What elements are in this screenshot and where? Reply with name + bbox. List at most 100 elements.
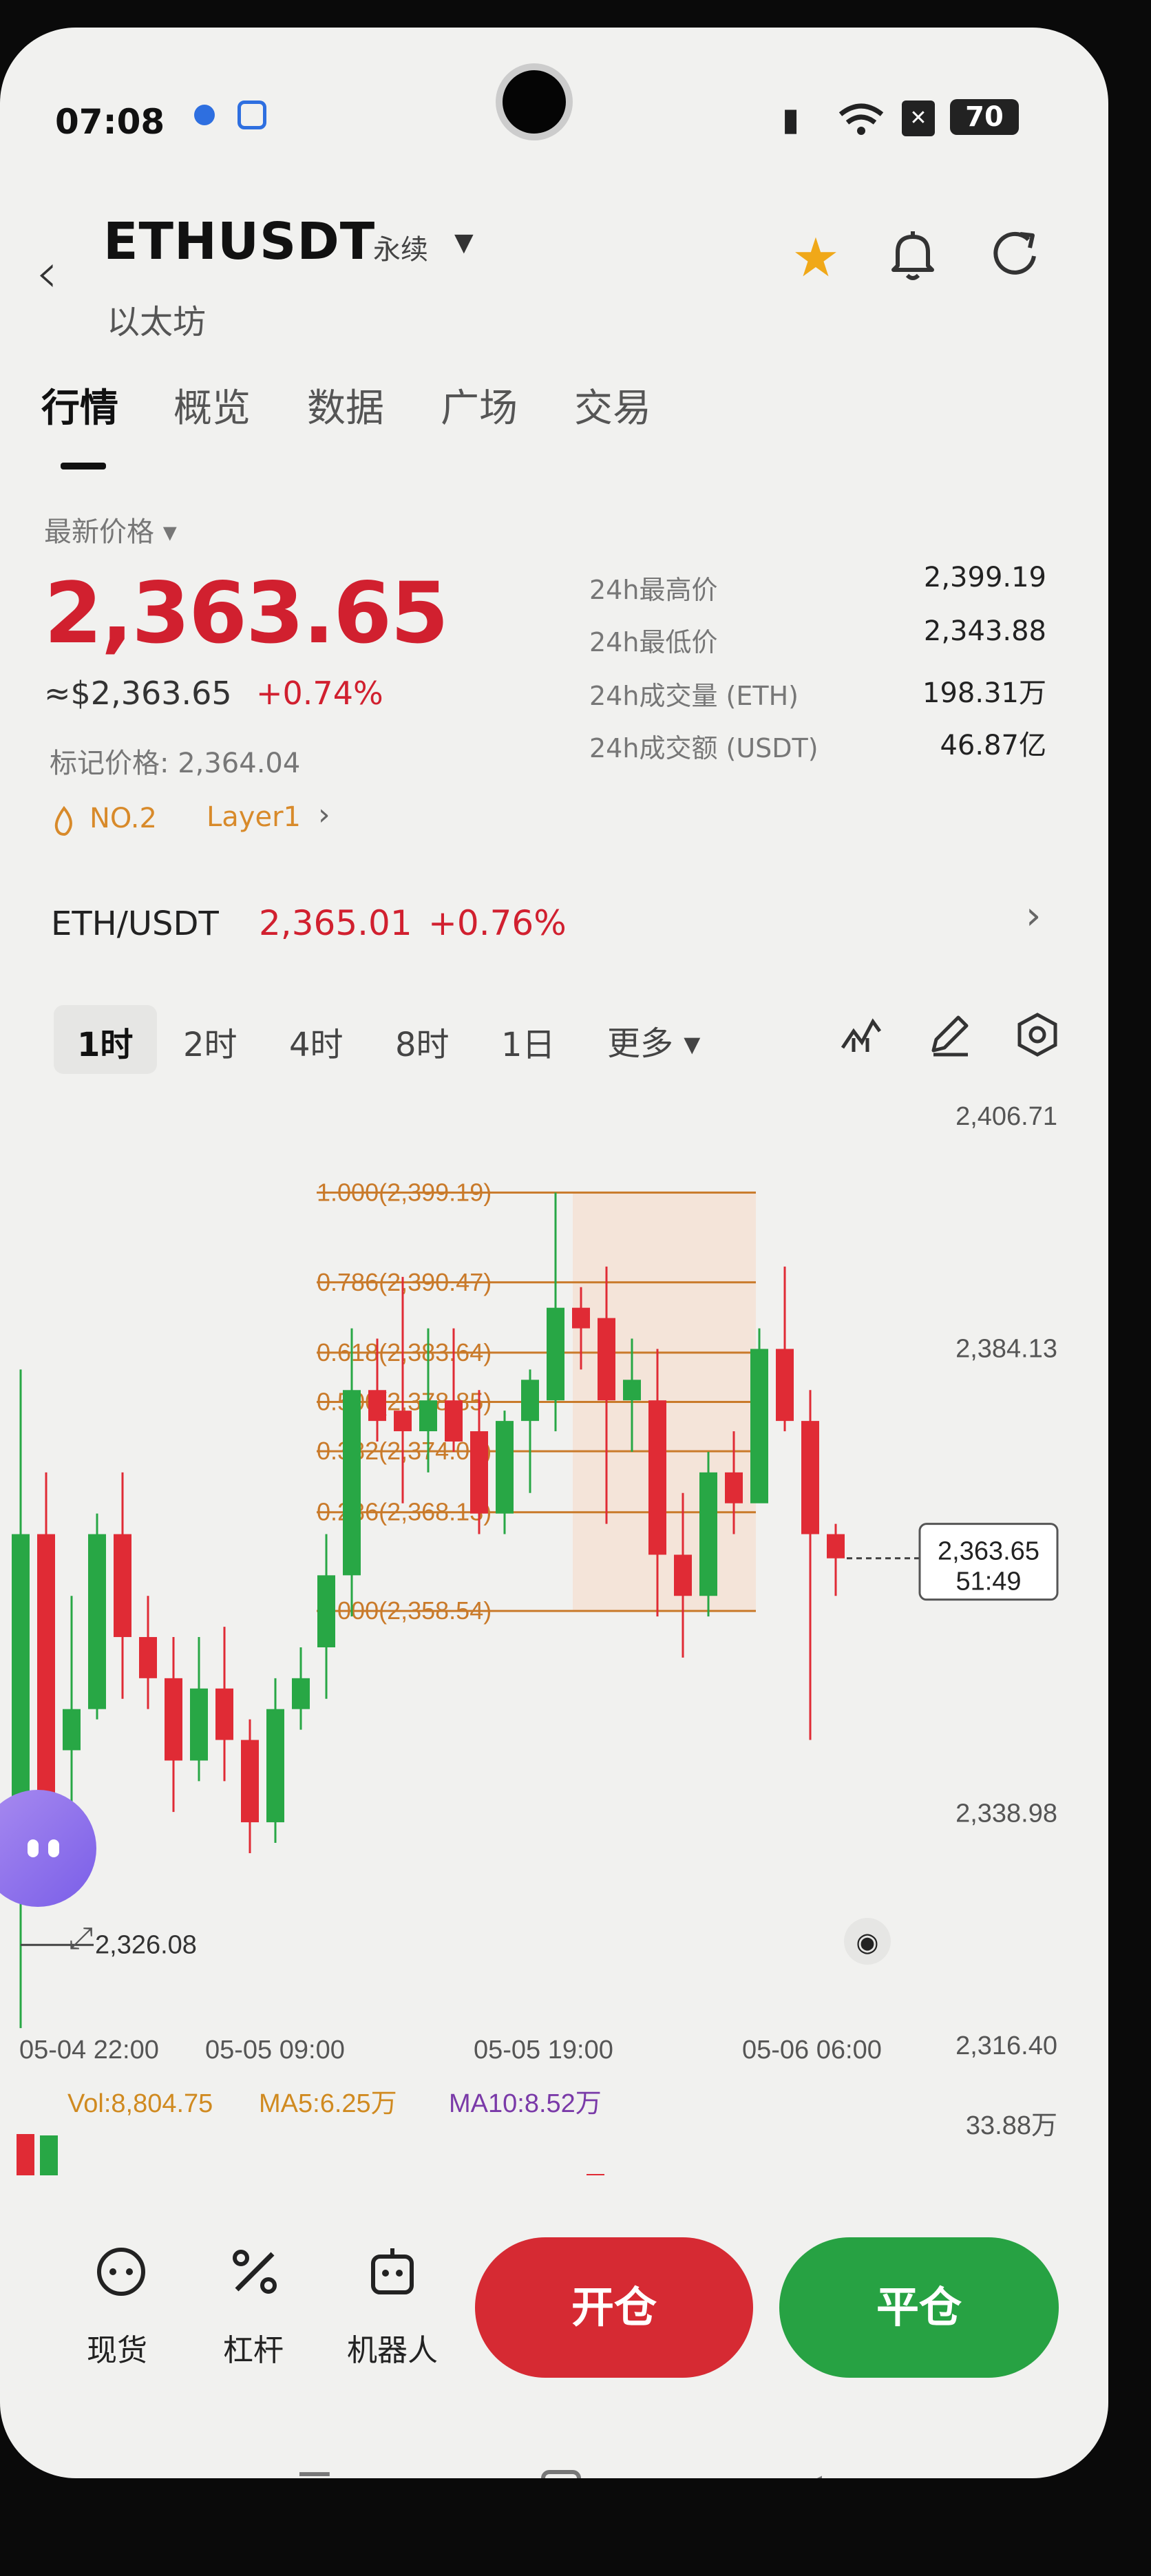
indicator-icon[interactable] xyxy=(837,1011,885,1059)
tab-market[interactable]: 行情 xyxy=(41,377,118,433)
y-axis-tick: 2,316.40 xyxy=(955,2031,1057,2060)
candle-body xyxy=(317,1575,335,1647)
vibrate-icon: ▮ xyxy=(782,101,800,138)
candle-body xyxy=(750,1349,768,1503)
menu-icon[interactable]: ☰ xyxy=(296,2464,333,2478)
x-axis-tick: 05-04 22:00 xyxy=(19,2036,159,2065)
interval-1d[interactable]: 1日 xyxy=(501,1017,556,1066)
last-price: 2,363.65 xyxy=(44,564,449,662)
chevron-down-icon[interactable]: ▼ xyxy=(454,229,474,257)
robot-icon xyxy=(371,2248,414,2294)
candle-body xyxy=(139,1637,157,1678)
volume-bar xyxy=(40,2135,58,2175)
stat-label: 24h成交量 (ETH) xyxy=(589,681,799,711)
volume-axis-max: 33.88万 xyxy=(966,2111,1057,2140)
countdown-label: 51:49 xyxy=(955,1567,1021,1596)
tab-square[interactable]: 广场 xyxy=(441,377,518,433)
tab-trade[interactable]: 交易 xyxy=(574,377,651,433)
x-axis-tick: 05-05 19:00 xyxy=(474,2036,613,2065)
draw-tool-icon[interactable] xyxy=(925,1011,973,1059)
candle-body xyxy=(521,1380,539,1422)
y-axis-tick: 2,406.71 xyxy=(955,1102,1057,1131)
nav-robot[interactable] xyxy=(344,2244,441,2302)
symbol-title[interactable]: ETHUSDT xyxy=(103,212,375,271)
phone-screen: 07:08 ▮ ✕ 70 ‹ ETHUSDT 永续 ▼ 以太坊 ★ 行情 概览 … xyxy=(0,28,1108,2478)
candle-body xyxy=(674,1554,692,1596)
fib-level-label: 1.000(2,399.19) xyxy=(317,1178,492,1206)
sim-icon: ✕ xyxy=(902,101,935,136)
candle-body xyxy=(496,1421,514,1514)
candle-body xyxy=(827,1534,845,1559)
candle-body xyxy=(88,1534,106,1709)
interval-1h[interactable]: 1时 xyxy=(77,1017,133,1066)
fib-level-label: 0.786(2,390.47) xyxy=(317,1268,492,1296)
eye-icon[interactable]: ◉ xyxy=(856,1927,878,1957)
favorite-star-icon[interactable]: ★ xyxy=(792,227,840,289)
flame-icon xyxy=(54,805,72,836)
change-percent: +0.74% xyxy=(256,675,383,712)
rank-tag[interactable]: NO.2 xyxy=(89,803,157,834)
stat-value: 46.87亿 xyxy=(940,730,1046,761)
stat-value: 2,399.19 xyxy=(923,562,1046,593)
sector-tag[interactable]: Layer1 xyxy=(207,801,301,833)
front-camera xyxy=(496,63,573,140)
notification-dot-icon xyxy=(194,105,215,125)
nav-leverage[interactable] xyxy=(207,2244,303,2302)
mark-price: 标记价格: 2,364.04 xyxy=(50,748,301,779)
home-icon[interactable] xyxy=(541,2470,581,2478)
candle-body xyxy=(114,1534,131,1638)
fib-level-label: 0.000(2,358.54) xyxy=(317,1596,492,1625)
last-price-label[interactable]: 最新价格 ▾ xyxy=(44,509,177,549)
assistant-eye-icon xyxy=(48,1839,59,1857)
ma5-value: MA5:6.25万 xyxy=(259,2089,397,2118)
chevron-right-icon[interactable]: › xyxy=(318,797,330,832)
back-nav-icon[interactable]: ◁ xyxy=(790,2464,822,2478)
open-position-button[interactable]: 开仓 xyxy=(475,2237,753,2378)
nav-spot[interactable] xyxy=(73,2244,169,2302)
volume-bar xyxy=(587,2174,604,2175)
close-position-button[interactable]: 平仓 xyxy=(779,2237,1059,2378)
bell-icon[interactable] xyxy=(888,227,938,282)
stat-value: 2,343.88 xyxy=(923,615,1046,647)
candle-body xyxy=(445,1400,463,1442)
candle-body xyxy=(12,1534,30,1802)
spot-pair[interactable]: ETH/USDT xyxy=(51,905,219,943)
candle-body xyxy=(801,1421,819,1534)
stat-label: 24h成交额 (USDT) xyxy=(589,733,819,763)
tab-overview[interactable]: 概览 xyxy=(173,377,251,433)
stat-label: 24h最低价 xyxy=(589,627,718,657)
candle-body xyxy=(598,1318,615,1401)
fib-level-label: 0.618(2,383.64) xyxy=(317,1338,492,1366)
candle-body xyxy=(215,1688,233,1740)
back-icon[interactable]: ‹ xyxy=(36,241,58,305)
expand-icon[interactable]: ⤢ xyxy=(69,1921,93,1956)
candle-body xyxy=(241,1740,259,1823)
candle-body xyxy=(648,1400,666,1555)
y-axis-tick: 2,338.98 xyxy=(955,1799,1057,1828)
volume-bar xyxy=(17,2134,34,2175)
price-chart[interactable]: 1.000(2,399.19) 0.786(2,390.47) 0.618(2,38… xyxy=(0,1088,1108,2175)
candle-body xyxy=(623,1380,641,1401)
contract-type-label[interactable]: 永续 xyxy=(373,227,428,267)
spot-change: +0.76% xyxy=(428,903,567,943)
chevron-right-icon[interactable]: › xyxy=(1026,894,1041,938)
assistant-eye-icon xyxy=(28,1839,39,1857)
share-icon[interactable] xyxy=(989,224,1044,279)
candle-body xyxy=(63,1709,81,1751)
candle-body xyxy=(547,1307,564,1401)
tab-data[interactable]: 数据 xyxy=(307,377,384,433)
candle-body xyxy=(368,1390,386,1422)
current-price-label: 2,363.65 xyxy=(938,1537,1039,1566)
interval-more[interactable]: 更多 ▾ xyxy=(607,1016,700,1064)
stat-label: 24h最高价 xyxy=(589,575,718,605)
low-marker-label: 2,326.08 xyxy=(95,1930,197,1959)
settings-icon[interactable] xyxy=(1013,1011,1062,1059)
interval-8h[interactable]: 8时 xyxy=(395,1017,450,1066)
interval-4h[interactable]: 4时 xyxy=(289,1017,344,1066)
wifi-icon xyxy=(838,103,884,135)
interval-2h[interactable]: 2时 xyxy=(183,1017,237,1066)
x-axis-tick: 05-06 06:00 xyxy=(742,2036,882,2065)
candle-body xyxy=(572,1307,590,1329)
volume-value: Vol:8,804.75 xyxy=(67,2089,213,2118)
status-time: 07:08 xyxy=(55,102,165,142)
